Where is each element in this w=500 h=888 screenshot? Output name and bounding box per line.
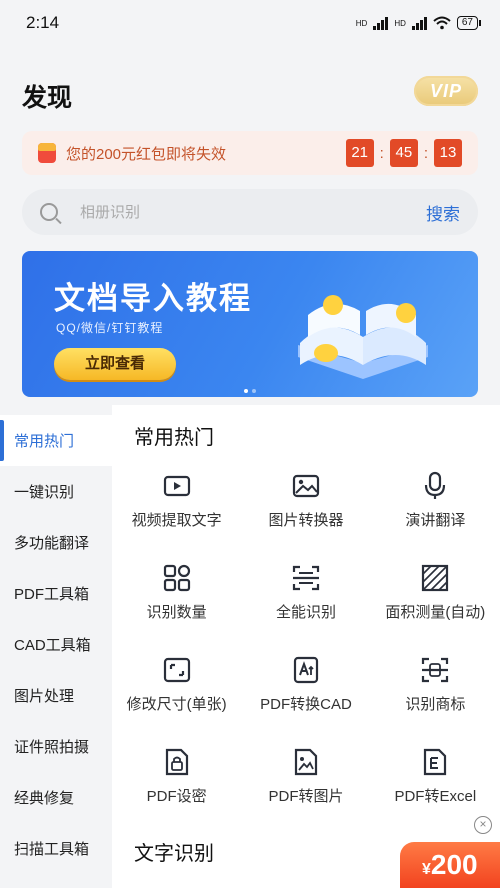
pdf-cad-icon	[293, 656, 319, 684]
tool-all-recognition[interactable]: 全能识别	[241, 559, 370, 651]
microphone-icon	[425, 471, 446, 499]
promo-view-button[interactable]: 立即查看	[54, 348, 176, 380]
red-packet-icon	[38, 143, 56, 163]
network-label-2: HD	[394, 18, 406, 28]
network-label: HD	[355, 18, 368, 28]
sidebar-item-cad-tools[interactable]: CAD工具箱	[0, 619, 112, 670]
tool-video-to-text[interactable]: 视频提取文字	[112, 467, 241, 559]
open-book-illustration	[298, 295, 428, 379]
vip-button[interactable]: VIP	[414, 76, 478, 106]
currency-symbol: ¥	[422, 861, 431, 878]
resize-icon	[163, 657, 190, 683]
sidebar-item-id-photo[interactable]: 证件照拍摄	[0, 721, 112, 772]
carousel-indicator	[244, 389, 256, 393]
promo-title: 文档导入教程	[54, 281, 252, 316]
battery-icon: 67	[456, 16, 482, 30]
promo-banner[interactable]: 文档导入教程 QQ/微信/钉钉教程 立即查看	[22, 251, 478, 397]
tool-label: 演讲翻译	[405, 512, 466, 529]
red-packet-banner[interactable]: 您的200元红包即将失效 21 : 45 : 13	[22, 131, 478, 175]
floating-red-packet[interactable]: ¥200	[400, 842, 500, 888]
countdown-hours: 21	[345, 139, 374, 167]
countdown-separator: :	[423, 144, 428, 162]
tool-label: 识别商标	[405, 696, 466, 713]
search-input[interactable]	[80, 203, 426, 221]
tool-pdf-encrypt[interactable]: PDF设密	[112, 743, 241, 835]
grid-count-icon	[163, 564, 190, 592]
tool-label: PDF转换CAD	[260, 696, 352, 713]
tool-count-recognition[interactable]: 识别数量	[112, 559, 241, 651]
status-bar: 2:14 HD HD 67	[0, 0, 500, 46]
tool-label: 识别数量	[146, 604, 207, 621]
tool-resize-single[interactable]: 修改尺寸(单张)	[112, 651, 241, 743]
tool-pdf-to-image[interactable]: PDF转图片	[241, 743, 370, 835]
search-button[interactable]: 搜索	[426, 200, 460, 225]
page-title: 发现	[22, 84, 73, 112]
wifi-icon	[433, 16, 451, 30]
sidebar-item-image-processing[interactable]: 图片处理	[0, 670, 112, 721]
scan-icon	[292, 565, 320, 591]
tool-label: 全能识别	[275, 604, 336, 621]
sidebar-item-translation[interactable]: 多功能翻译	[0, 517, 112, 568]
search-icon	[40, 203, 58, 221]
tool-area-measure[interactable]: 面积测量(自动)	[371, 559, 500, 651]
next-section-title: 文字识别	[134, 843, 214, 865]
search-bar: 搜索	[22, 189, 478, 235]
countdown-separator: :	[379, 144, 384, 162]
pdf-lock-icon	[165, 748, 188, 776]
tool-pdf-to-cad[interactable]: PDF转换CAD	[241, 651, 370, 743]
sidebar-item-scan-tools[interactable]: 扫描工具箱	[0, 823, 112, 874]
trademark-scan-icon	[422, 657, 449, 683]
tool-label: 图片转换器	[268, 512, 344, 529]
red-packet-message: 您的200元红包即将失效	[66, 145, 227, 163]
video-icon	[163, 475, 190, 497]
promo-subtitle: QQ/微信/钉钉教程	[56, 321, 164, 335]
signal-icon	[373, 16, 389, 30]
tool-trademark-recognition[interactable]: 识别商标	[371, 651, 500, 743]
countdown-seconds: 13	[434, 139, 462, 167]
tool-label: PDF转图片	[268, 788, 344, 805]
section-title: 常用热门	[134, 427, 214, 449]
area-measure-icon	[422, 564, 449, 592]
image-icon	[292, 474, 320, 498]
status-time: 2:14	[26, 13, 60, 32]
status-icons: HD HD 67	[355, 16, 482, 30]
close-icon[interactable]: ×	[474, 816, 492, 834]
sidebar-item-classic-repair[interactable]: 经典修复	[0, 772, 112, 823]
pdf-image-icon	[294, 748, 318, 776]
signal-icon-2	[411, 16, 427, 30]
tool-label: 面积测量(自动)	[385, 604, 486, 621]
sidebar-item-one-click-recognition[interactable]: 一键识别	[0, 466, 112, 517]
header: 发现 VIP	[0, 72, 500, 116]
tool-panel: 常用热门 视频提取文字 图片转换器 演讲翻译 识别数量 全能识别 面积测量(自动…	[112, 405, 500, 888]
countdown-timer: 21 : 45 : 13	[345, 139, 462, 167]
tool-label: PDF设密	[146, 788, 207, 805]
sidebar-item-hot[interactable]: 常用热门	[0, 415, 112, 466]
carousel-dot	[244, 389, 248, 393]
tool-label: 修改尺寸(单张)	[126, 696, 227, 713]
category-sidebar: 常用热门 一键识别 多功能翻译 PDF工具箱 CAD工具箱 图片处理 证件照拍摄…	[0, 415, 112, 888]
countdown-minutes: 45	[389, 139, 418, 167]
red-packet-amount: 200	[430, 849, 478, 880]
tool-image-converter[interactable]: 图片转换器	[241, 467, 370, 559]
tool-label: PDF转Excel	[394, 788, 477, 805]
pdf-excel-icon	[424, 748, 447, 776]
tool-label: 视频提取文字	[131, 512, 222, 529]
sidebar-item-pdf-tools[interactable]: PDF工具箱	[0, 568, 112, 619]
tool-speech-translation[interactable]: 演讲翻译	[371, 467, 500, 559]
tool-grid: 视频提取文字 图片转换器 演讲翻译 识别数量 全能识别 面积测量(自动) 修改尺…	[112, 467, 500, 835]
carousel-dot	[252, 389, 256, 393]
